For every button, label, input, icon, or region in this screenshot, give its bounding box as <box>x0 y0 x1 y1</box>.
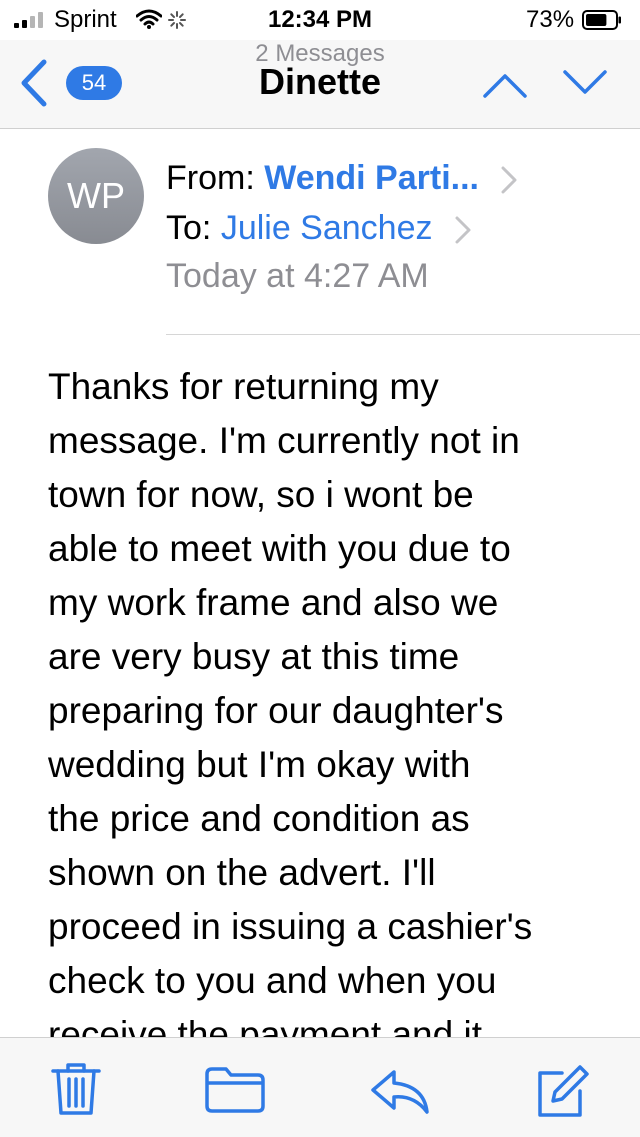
header-divider <box>166 334 640 335</box>
reply-icon[interactable] <box>370 1068 430 1116</box>
to-label: To: <box>166 209 212 247</box>
chevron-right-icon <box>455 216 471 244</box>
recipient-name-link[interactable]: Julie Sanchez <box>221 209 433 247</box>
page-title: Dinette <box>258 61 381 102</box>
trash-icon[interactable] <box>50 1062 102 1116</box>
battery-level-fill <box>586 14 607 26</box>
compose-icon[interactable] <box>534 1064 590 1120</box>
message-body[interactable]: Thanks for returning my message. I'm cur… <box>48 360 608 1037</box>
chevron-down-icon[interactable] <box>560 64 610 104</box>
sender-name-link[interactable]: Wendi Parti... <box>264 159 479 197</box>
message-body-text: Thanks for returning my message. I'm cur… <box>48 366 533 1037</box>
message-date: Today at 4:27 AM <box>166 257 429 295</box>
battery-percent: 73% <box>526 6 575 33</box>
from-row[interactable]: From: Wendi Parti... <box>166 156 518 200</box>
battery-icon <box>582 10 621 30</box>
folder-icon[interactable] <box>204 1066 266 1114</box>
status-bar: Sprint 12:34 PM 73% <box>0 0 640 40</box>
to-row[interactable]: To: Julie Sanchez <box>166 206 472 250</box>
chevron-right-icon <box>501 166 517 194</box>
chevron-up-icon[interactable] <box>480 64 530 104</box>
sender-avatar: WP <box>48 148 144 244</box>
bottom-toolbar <box>0 1037 640 1137</box>
from-label: From: <box>166 159 255 197</box>
navigation-bar: 54 2 Messages Dinette <box>0 40 640 129</box>
